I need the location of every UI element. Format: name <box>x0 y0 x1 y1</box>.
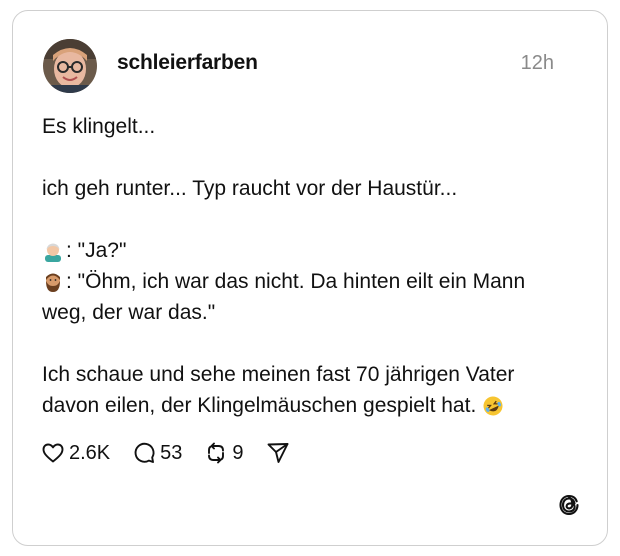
post-line: Ich schaue und sehe meinen fast 70 jähri… <box>42 363 515 386</box>
post-line: Es klingelt... <box>42 115 156 138</box>
repost-icon <box>208 442 225 464</box>
post-line-dialog: : "Öhm, ich war das nicht. Da hinten eil… <box>42 266 582 297</box>
dialog-text: : "Öhm, ich war das nicht. Da hinten eil… <box>66 270 526 293</box>
username-link[interactable]: schleierfarben <box>117 51 258 75</box>
like-button[interactable]: 2.6K <box>41 441 110 465</box>
post-timestamp: 12h <box>520 52 554 74</box>
repost-button[interactable]: 9 <box>204 441 244 465</box>
post-actions: 2.6K 53 9 <box>41 441 312 465</box>
post-line: weg, der war das." <box>42 301 216 324</box>
share-button[interactable] <box>266 441 290 465</box>
repost-count: 9 <box>232 441 244 464</box>
post-line-dialog: : "Ja?" <box>42 235 582 266</box>
post-card: schleierfarben 12h Es klingelt... ich ge… <box>12 10 608 546</box>
post-line-last: davon eilen, der Klingelmäuschen gespiel… <box>42 390 582 421</box>
comment-button[interactable]: 53 <box>132 441 182 465</box>
like-count: 2.6K <box>69 441 111 464</box>
heart-icon <box>42 443 64 463</box>
post-line: ich geh runter... Typ raucht vor der Hau… <box>42 177 458 200</box>
threads-logo-icon <box>557 493 581 517</box>
bearded-man-emoji-icon <box>42 271 64 293</box>
dialog-text: : "Ja?" <box>66 239 127 262</box>
man-white-hair-emoji-icon <box>42 240 64 262</box>
rolling-laughing-emoji-icon <box>482 395 504 417</box>
post-body: Es klingelt... ich geh runter... Typ rau… <box>42 111 582 421</box>
avatar[interactable] <box>43 39 97 93</box>
comment-icon <box>134 442 155 463</box>
post-line-text: davon eilen, der Klingelmäuschen gespiel… <box>42 394 477 417</box>
share-icon <box>267 443 288 463</box>
reply-count: 53 <box>160 441 183 464</box>
